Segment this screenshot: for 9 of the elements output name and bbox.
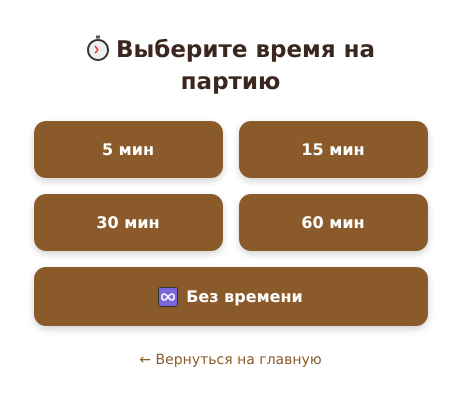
time-option-button[interactable]: 30 мин (34, 194, 222, 251)
time-option-button[interactable]: Без времени (34, 267, 428, 326)
back-link[interactable]: ← Вернуться на главную (139, 352, 322, 368)
stopwatch-icon (86, 35, 110, 61)
time-option-button[interactable]: 15 мин (238, 121, 428, 178)
time-option-button[interactable]: 60 мин (238, 194, 428, 251)
time-option-button[interactable]: 5 мин (34, 121, 222, 178)
infinity-icon (158, 286, 178, 306)
page-title: Выберите время на партию (40, 34, 420, 98)
